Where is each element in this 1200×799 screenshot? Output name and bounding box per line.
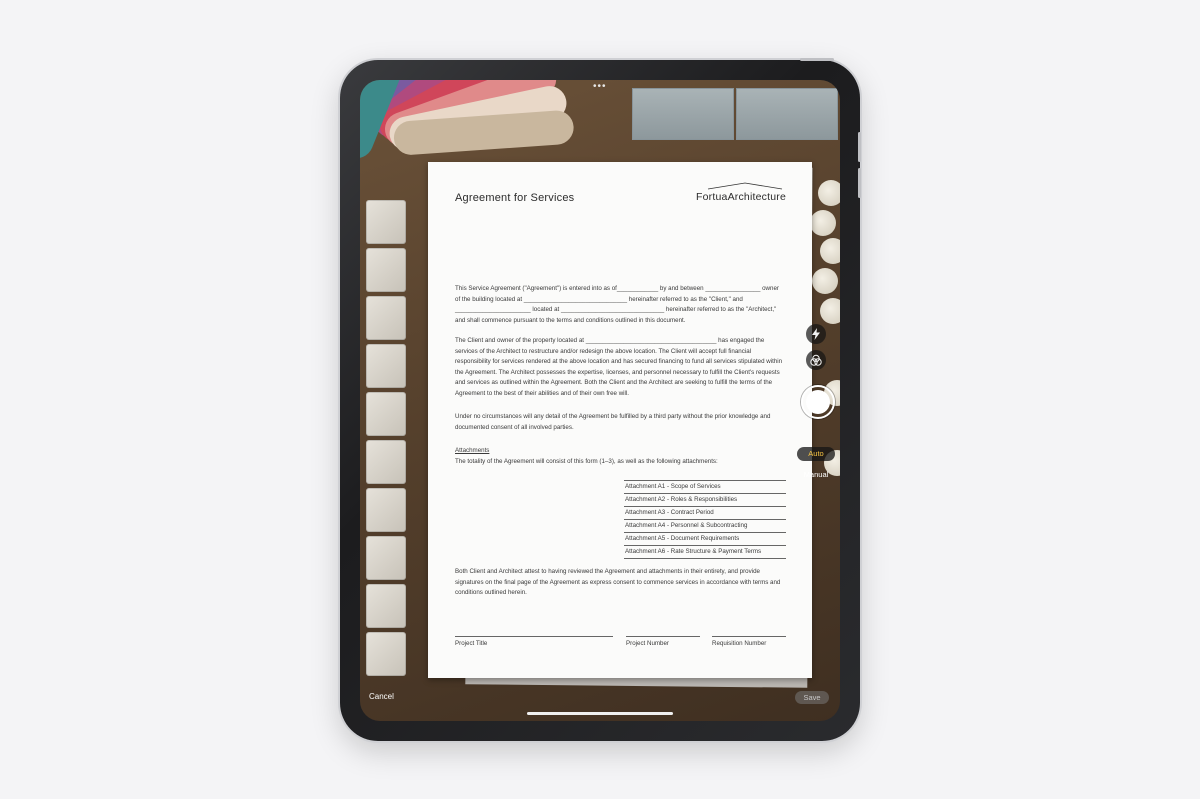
document-title: Agreement for Services (455, 192, 575, 204)
signature-label-requisition-number: Requisition Number (712, 640, 767, 647)
penny-tile (810, 210, 836, 236)
list-item: Attachment A4 - Personnel & Subcontracti… (624, 519, 786, 532)
ipad-device: Agreement for Services FortuaArchitectur… (340, 58, 861, 741)
penny-tile (812, 268, 838, 294)
agreement-paragraph-2: The Client and owner of the property loc… (455, 337, 783, 397)
flash-glyph-icon (812, 328, 820, 340)
attachments-list: Attachment A1 - Scope of Services Attach… (624, 480, 786, 559)
signature-line (455, 636, 613, 637)
glass-tile (632, 88, 734, 140)
tile (366, 584, 406, 628)
signature-line (626, 636, 700, 637)
mode-auto-button[interactable]: Auto (797, 447, 835, 461)
tile (366, 200, 406, 244)
tile (366, 488, 406, 532)
home-indicator[interactable] (527, 712, 673, 715)
flash-icon[interactable] (806, 324, 826, 344)
agreement-paragraph-3: Under no circumstances will any detail o… (455, 413, 771, 431)
list-item: Attachment A3 - Contract Period (624, 506, 786, 519)
filter-glyph-icon (810, 354, 822, 366)
tile (366, 248, 406, 292)
penny-tile (818, 180, 840, 206)
camera-viewfinder: Agreement for Services FortuaArchitectur… (360, 80, 840, 721)
brand-logo: FortuaArchitecture (696, 191, 786, 203)
list-item: Attachment A5 - Document Requirements (624, 532, 786, 545)
signature-label-project-number: Project Number (626, 640, 669, 647)
tile (366, 392, 406, 436)
shutter-button[interactable] (801, 385, 835, 419)
attachments-intro: The totality of the Agreement will consi… (455, 458, 718, 465)
agreement-paragraph-1: This Service Agreement ("Agreement") is … (455, 285, 779, 324)
penny-tile (820, 238, 840, 264)
list-item: Attachment A1 - Scope of Services (624, 480, 786, 493)
penny-tile (820, 298, 840, 324)
signature-line (712, 636, 786, 637)
shutter-inner (806, 390, 830, 414)
signature-label-project-title: Project Title (455, 640, 488, 647)
marble-tile-column (360, 200, 410, 676)
list-item: Attachment A6 - Rate Structure & Payment… (624, 545, 786, 559)
tile (366, 440, 406, 484)
glass-tile (736, 88, 838, 140)
agreement-paragraph-4: Both Client and Architect attest to havi… (455, 568, 781, 597)
tile (366, 344, 406, 388)
volume-up-button (858, 132, 861, 162)
brand-roof-mark (707, 182, 783, 190)
filter-icon[interactable] (806, 350, 826, 370)
tile (366, 536, 406, 580)
save-button[interactable]: Save (795, 691, 829, 704)
list-item: Attachment A2 - Roles & Responsibilities (624, 493, 786, 506)
mode-manual-button[interactable]: Manual (797, 470, 835, 479)
attachments-heading: Attachments (455, 447, 490, 454)
top-button (800, 58, 834, 61)
tile (366, 632, 406, 676)
scanned-document: Agreement for Services FortuaArchitectur… (428, 162, 812, 678)
tile (366, 296, 406, 340)
cancel-button[interactable]: Cancel (369, 692, 394, 701)
volume-down-button (858, 168, 861, 198)
glass-tile-sample (628, 80, 840, 142)
multitask-handle-icon[interactable]: ••• (593, 82, 607, 92)
